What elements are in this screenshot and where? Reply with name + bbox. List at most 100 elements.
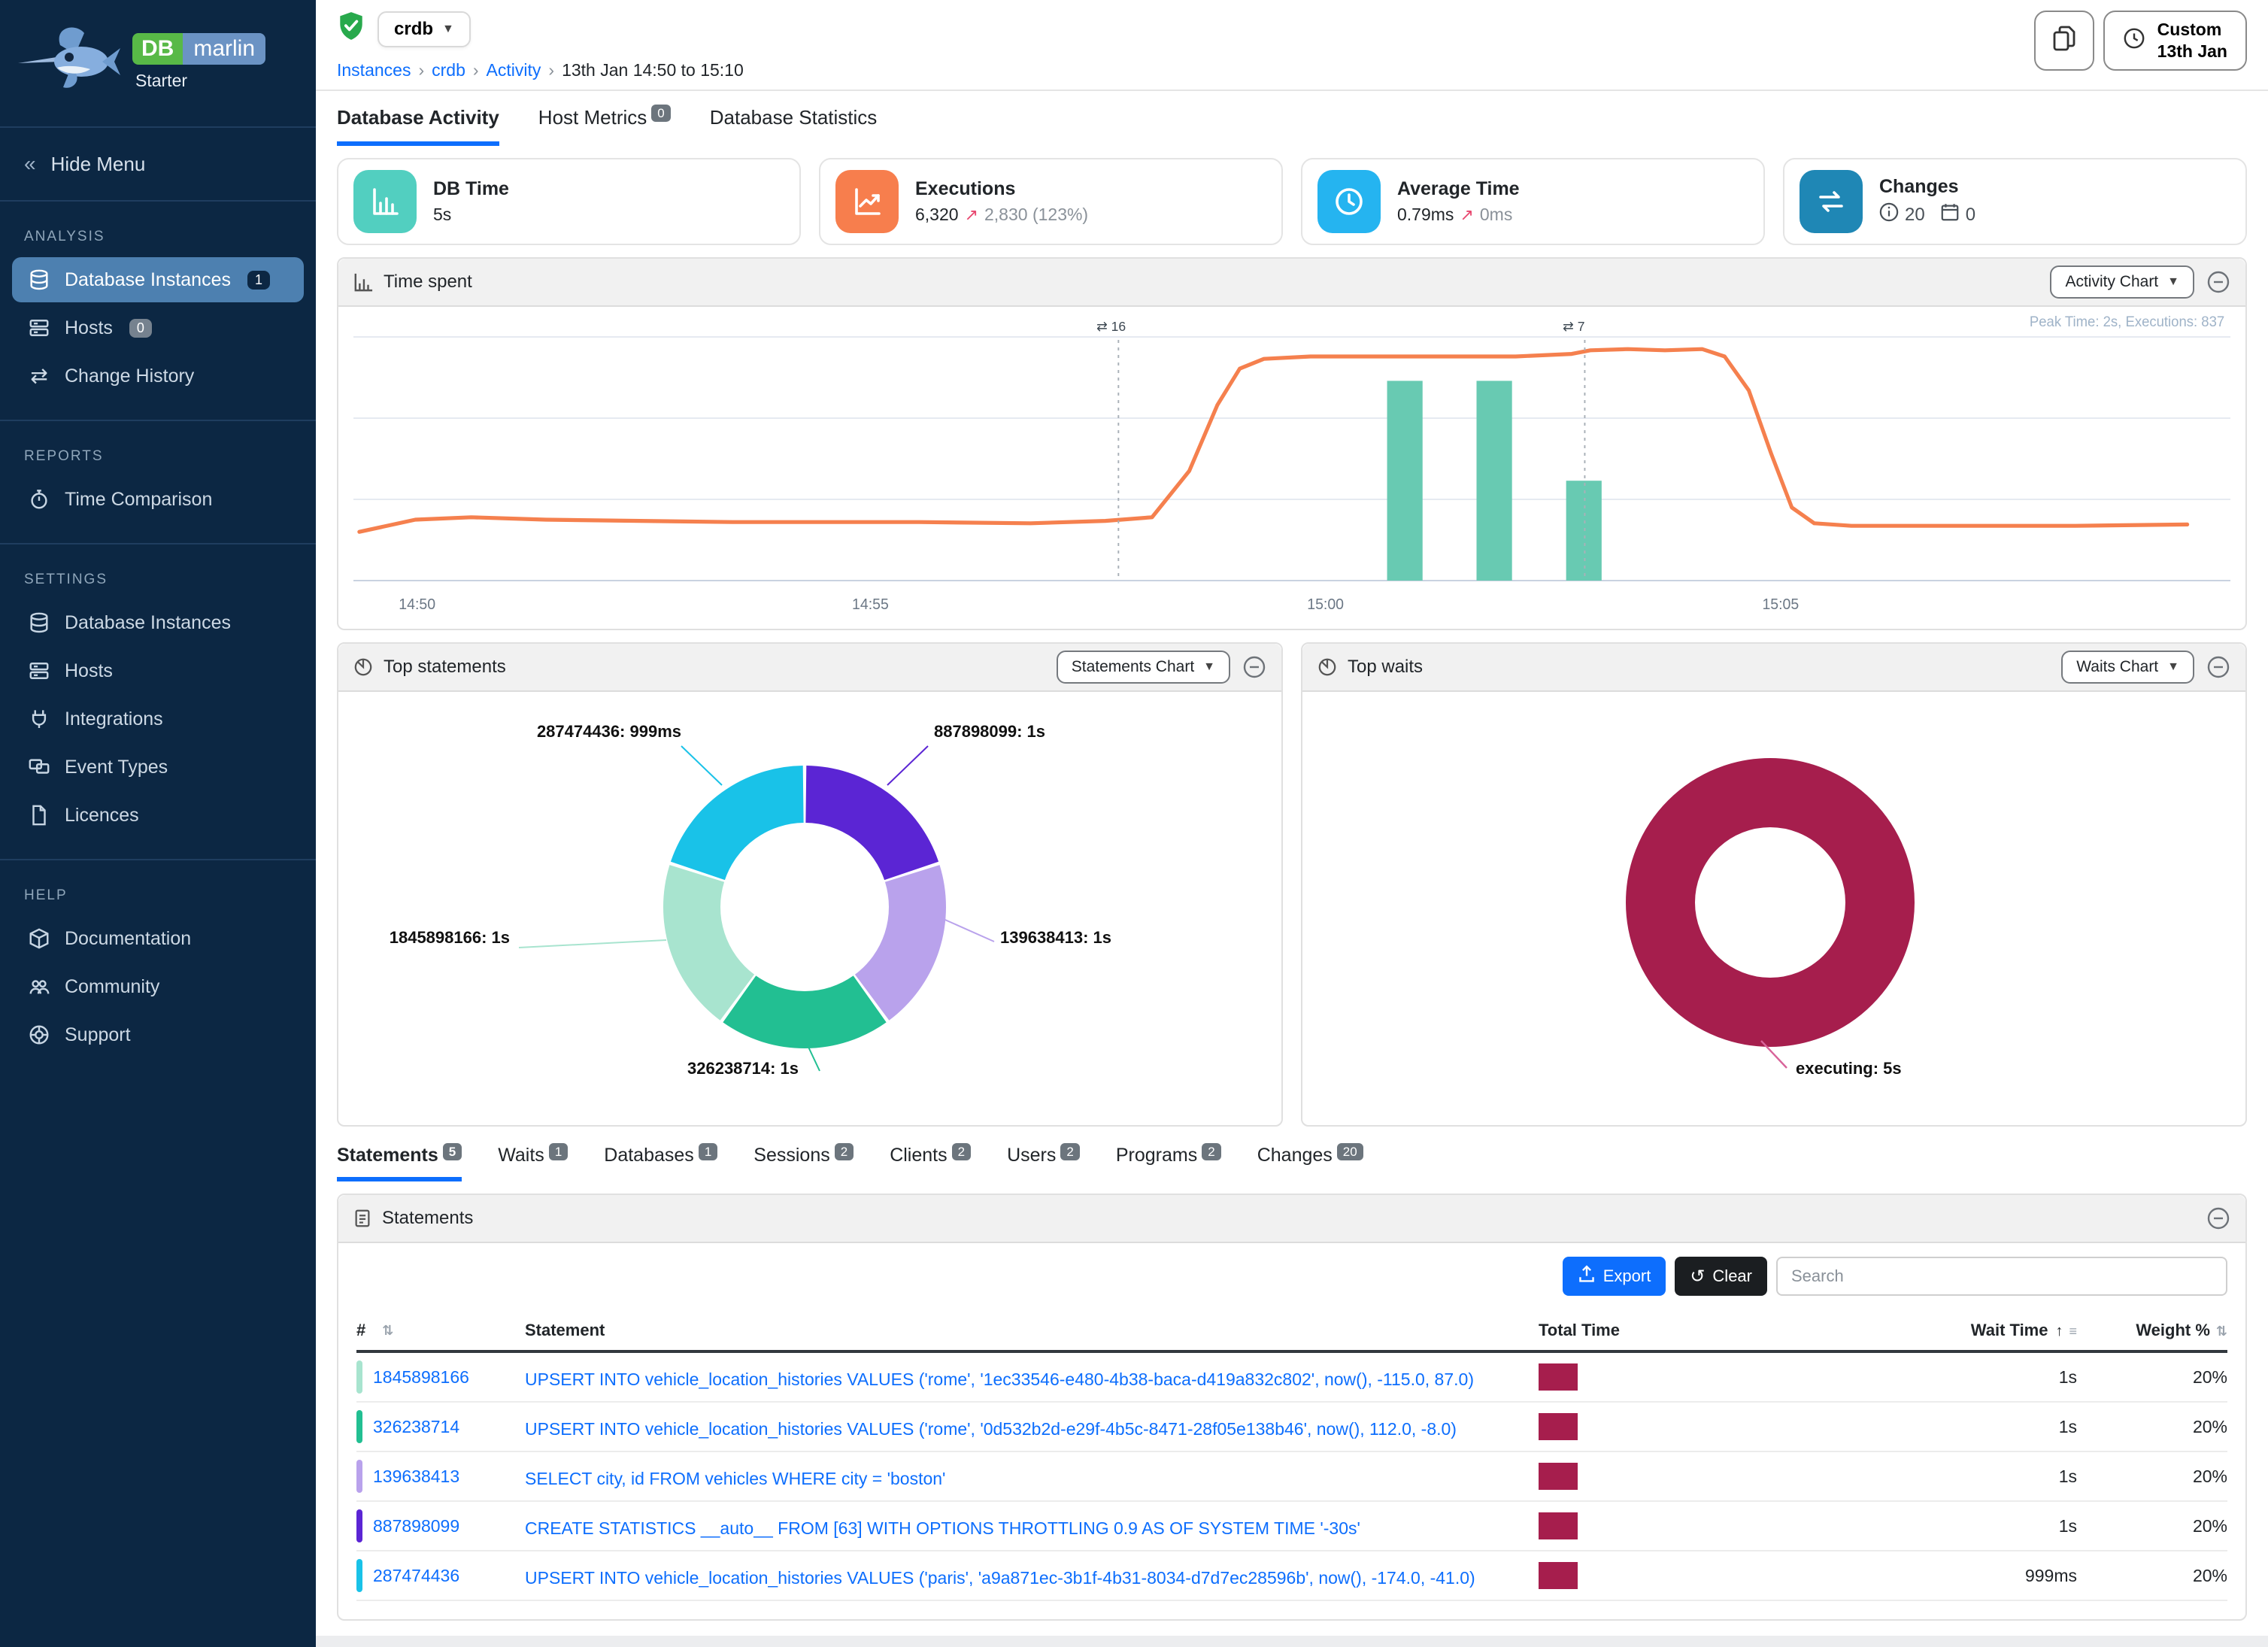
svg-text:15:00: 15:00 xyxy=(1307,596,1344,613)
database-icon xyxy=(27,611,51,635)
count-badge: 20 xyxy=(1337,1143,1363,1160)
statement-link[interactable]: UPSERT INTO vehicle_location_histories V… xyxy=(525,1568,1475,1588)
statements-donut-svg[interactable] xyxy=(654,757,955,1057)
wait-time-value: 1s xyxy=(1824,1516,2077,1536)
count-badge: 5 xyxy=(443,1143,462,1160)
tab-host-metrics[interactable]: Host Metrics0 xyxy=(538,106,671,146)
statement-id-link[interactable]: 326238714 xyxy=(373,1417,459,1437)
statement-color-chip xyxy=(356,1460,362,1493)
tab-statements[interactable]: Statements5 xyxy=(337,1145,462,1181)
chart-bars-icon xyxy=(353,272,373,292)
top-statements-header: Top statements Statements Chart▼ xyxy=(338,644,1281,692)
main-content: crdb ▼ Instances›crdb›Activity›13th Jan … xyxy=(316,0,2268,1647)
section-title: REPORTS xyxy=(0,436,316,474)
sidebar-item-support[interactable]: Support xyxy=(12,1012,304,1057)
count-badge: 2 xyxy=(1060,1143,1079,1160)
sidebar-item-documentation[interactable]: Documentation xyxy=(12,916,304,961)
svg-text:⇄ 16: ⇄ 16 xyxy=(1096,319,1126,334)
top-waits-chart[interactable]: executing: 5s xyxy=(1302,692,2245,1125)
time-range-button[interactable]: Custom 13th Jan xyxy=(2103,11,2247,71)
statement-id-link[interactable]: 287474436 xyxy=(373,1566,459,1586)
tab-clients[interactable]: Clients2 xyxy=(890,1145,971,1181)
total-time-bar xyxy=(1539,1413,1578,1440)
sidebar-item-integrations[interactable]: Integrations xyxy=(12,696,304,742)
swap-arrows-icon: ⇄ xyxy=(27,364,51,388)
statement-id-link[interactable]: 887898099 xyxy=(373,1516,459,1536)
tab-waits[interactable]: Waits1 xyxy=(498,1145,568,1181)
sidebar-item-time-comparison[interactable]: Time Comparison xyxy=(12,477,304,522)
document-icon xyxy=(27,803,51,827)
tab-database-statistics[interactable]: Database Statistics xyxy=(710,106,878,146)
collapse-panel-icon[interactable] xyxy=(1242,655,1266,679)
sidebar-item-licences[interactable]: Licences xyxy=(12,793,304,838)
tab-users[interactable]: Users2 xyxy=(1007,1145,1080,1181)
statement-link[interactable]: SELECT city, id FROM vehicles WHERE city… xyxy=(525,1469,945,1488)
collapse-panel-icon[interactable] xyxy=(2206,1206,2230,1230)
sidebar-item-settings-hosts[interactable]: Hosts xyxy=(12,648,304,693)
breadcrumb-instances[interactable]: Instances xyxy=(337,60,411,80)
weight-value: 20% xyxy=(2077,1417,2227,1437)
waits-chart-selector[interactable]: Waits Chart▼ xyxy=(2061,651,2194,684)
copy-link-button[interactable] xyxy=(2034,11,2094,71)
sidebar-item-database-instances[interactable]: Database Instances 1 xyxy=(12,257,304,302)
sidebar-item-change-history[interactable]: ⇄ Change History xyxy=(12,353,304,399)
sort-icon[interactable]: ⇅ xyxy=(2216,1324,2227,1339)
screens-icon xyxy=(27,755,51,779)
time-spent-chart-svg[interactable]: ⇄ 16⇄ 714:5014:5515:0015:05Peak Time: 2s… xyxy=(353,313,2230,620)
clock-icon xyxy=(1317,170,1381,233)
sidebar-item-event-types[interactable]: Event Types xyxy=(12,745,304,790)
search-input[interactable] xyxy=(1776,1257,2227,1296)
collapse-panel-icon[interactable] xyxy=(2206,655,2230,679)
tab-sessions[interactable]: Sessions2 xyxy=(753,1145,854,1181)
tab-database-activity[interactable]: Database Activity xyxy=(337,106,499,146)
charts-row: Top statements Statements Chart▼ xyxy=(337,642,2247,1127)
wait-time-value: 1s xyxy=(1824,1367,2077,1388)
tab-databases[interactable]: Databases1 xyxy=(604,1145,717,1181)
total-time-bar xyxy=(1539,1562,1578,1589)
instance-selector-button[interactable]: crdb ▼ xyxy=(377,11,471,47)
time-spent-chart[interactable]: ⇄ 16⇄ 714:5014:5515:0015:05Peak Time: 2s… xyxy=(338,307,2245,629)
table-row: 887898099 CREATE STATISTICS __auto__ FRO… xyxy=(356,1502,2227,1551)
kpi-value: 5s xyxy=(433,205,451,225)
sidebar-section-reports: REPORTS Time Comparison xyxy=(0,421,316,534)
hide-menu-button[interactable]: « Hide Menu xyxy=(0,128,316,200)
marlin-fish-icon xyxy=(15,18,126,111)
kpi-average-time: Average Time 0.79ms ↗ 0ms xyxy=(1301,158,1765,245)
logo-marlin-badge: marlin xyxy=(183,33,265,65)
activity-chart-selector[interactable]: Activity Chart▼ xyxy=(2050,265,2194,299)
sidebar-item-settings-database-instances[interactable]: Database Instances xyxy=(12,600,304,645)
donut-label-326238714: 326238714: 1s xyxy=(687,1059,799,1078)
statement-link[interactable]: UPSERT INTO vehicle_location_histories V… xyxy=(525,1419,1457,1439)
statement-id-link[interactable]: 1845898166 xyxy=(373,1367,469,1388)
statements-chart-selector[interactable]: Statements Chart▼ xyxy=(1057,651,1230,684)
statement-color-chip xyxy=(356,1360,362,1394)
weight-value: 20% xyxy=(2077,1516,2227,1536)
kpi-value: 6,320 xyxy=(915,205,959,225)
top-statements-chart[interactable]: 287474436: 999ms 887898099: 1s 184589816… xyxy=(338,692,1281,1125)
export-button[interactable]: Export xyxy=(1563,1257,1666,1296)
collapse-chevrons-icon: « xyxy=(24,152,36,176)
collapse-panel-icon[interactable] xyxy=(2206,270,2230,294)
logo[interactable]: DB marlin Starter xyxy=(0,0,316,126)
sidebar-item-hosts[interactable]: Hosts 0 xyxy=(12,305,304,350)
count-badge: 1 xyxy=(247,271,270,290)
copy-icon xyxy=(2052,25,2076,57)
tab-changes[interactable]: Changes20 xyxy=(1257,1145,1363,1181)
wait-time-value: 1s xyxy=(1824,1467,2077,1487)
statement-link[interactable]: UPSERT INTO vehicle_location_histories V… xyxy=(525,1369,1474,1389)
breadcrumb-activity[interactable]: Activity xyxy=(487,60,541,80)
sort-icon[interactable]: ⇅ xyxy=(382,1323,393,1339)
top-statements-panel: Top statements Statements Chart▼ xyxy=(337,642,1283,1127)
statement-link[interactable]: CREATE STATISTICS __auto__ FROM [63] WIT… xyxy=(525,1518,1360,1538)
statement-id-link[interactable]: 139638413 xyxy=(373,1467,459,1487)
tab-programs[interactable]: Programs2 xyxy=(1116,1145,1221,1181)
sidebar-item-community[interactable]: Community xyxy=(12,964,304,1009)
sort-up-icon[interactable]: ↑ xyxy=(2055,1323,2063,1339)
waits-donut-svg[interactable] xyxy=(1620,752,1921,1053)
breadcrumb-crdb[interactable]: crdb xyxy=(432,60,465,80)
breadcrumb-time-range: 13th Jan 14:50 to 15:10 xyxy=(562,60,744,80)
people-icon xyxy=(27,975,51,999)
swap-arrows-icon xyxy=(1800,170,1863,233)
clear-button[interactable]: ↺ Clear xyxy=(1675,1257,1767,1296)
kpi-delta: 2,830 (123%) xyxy=(984,205,1088,225)
